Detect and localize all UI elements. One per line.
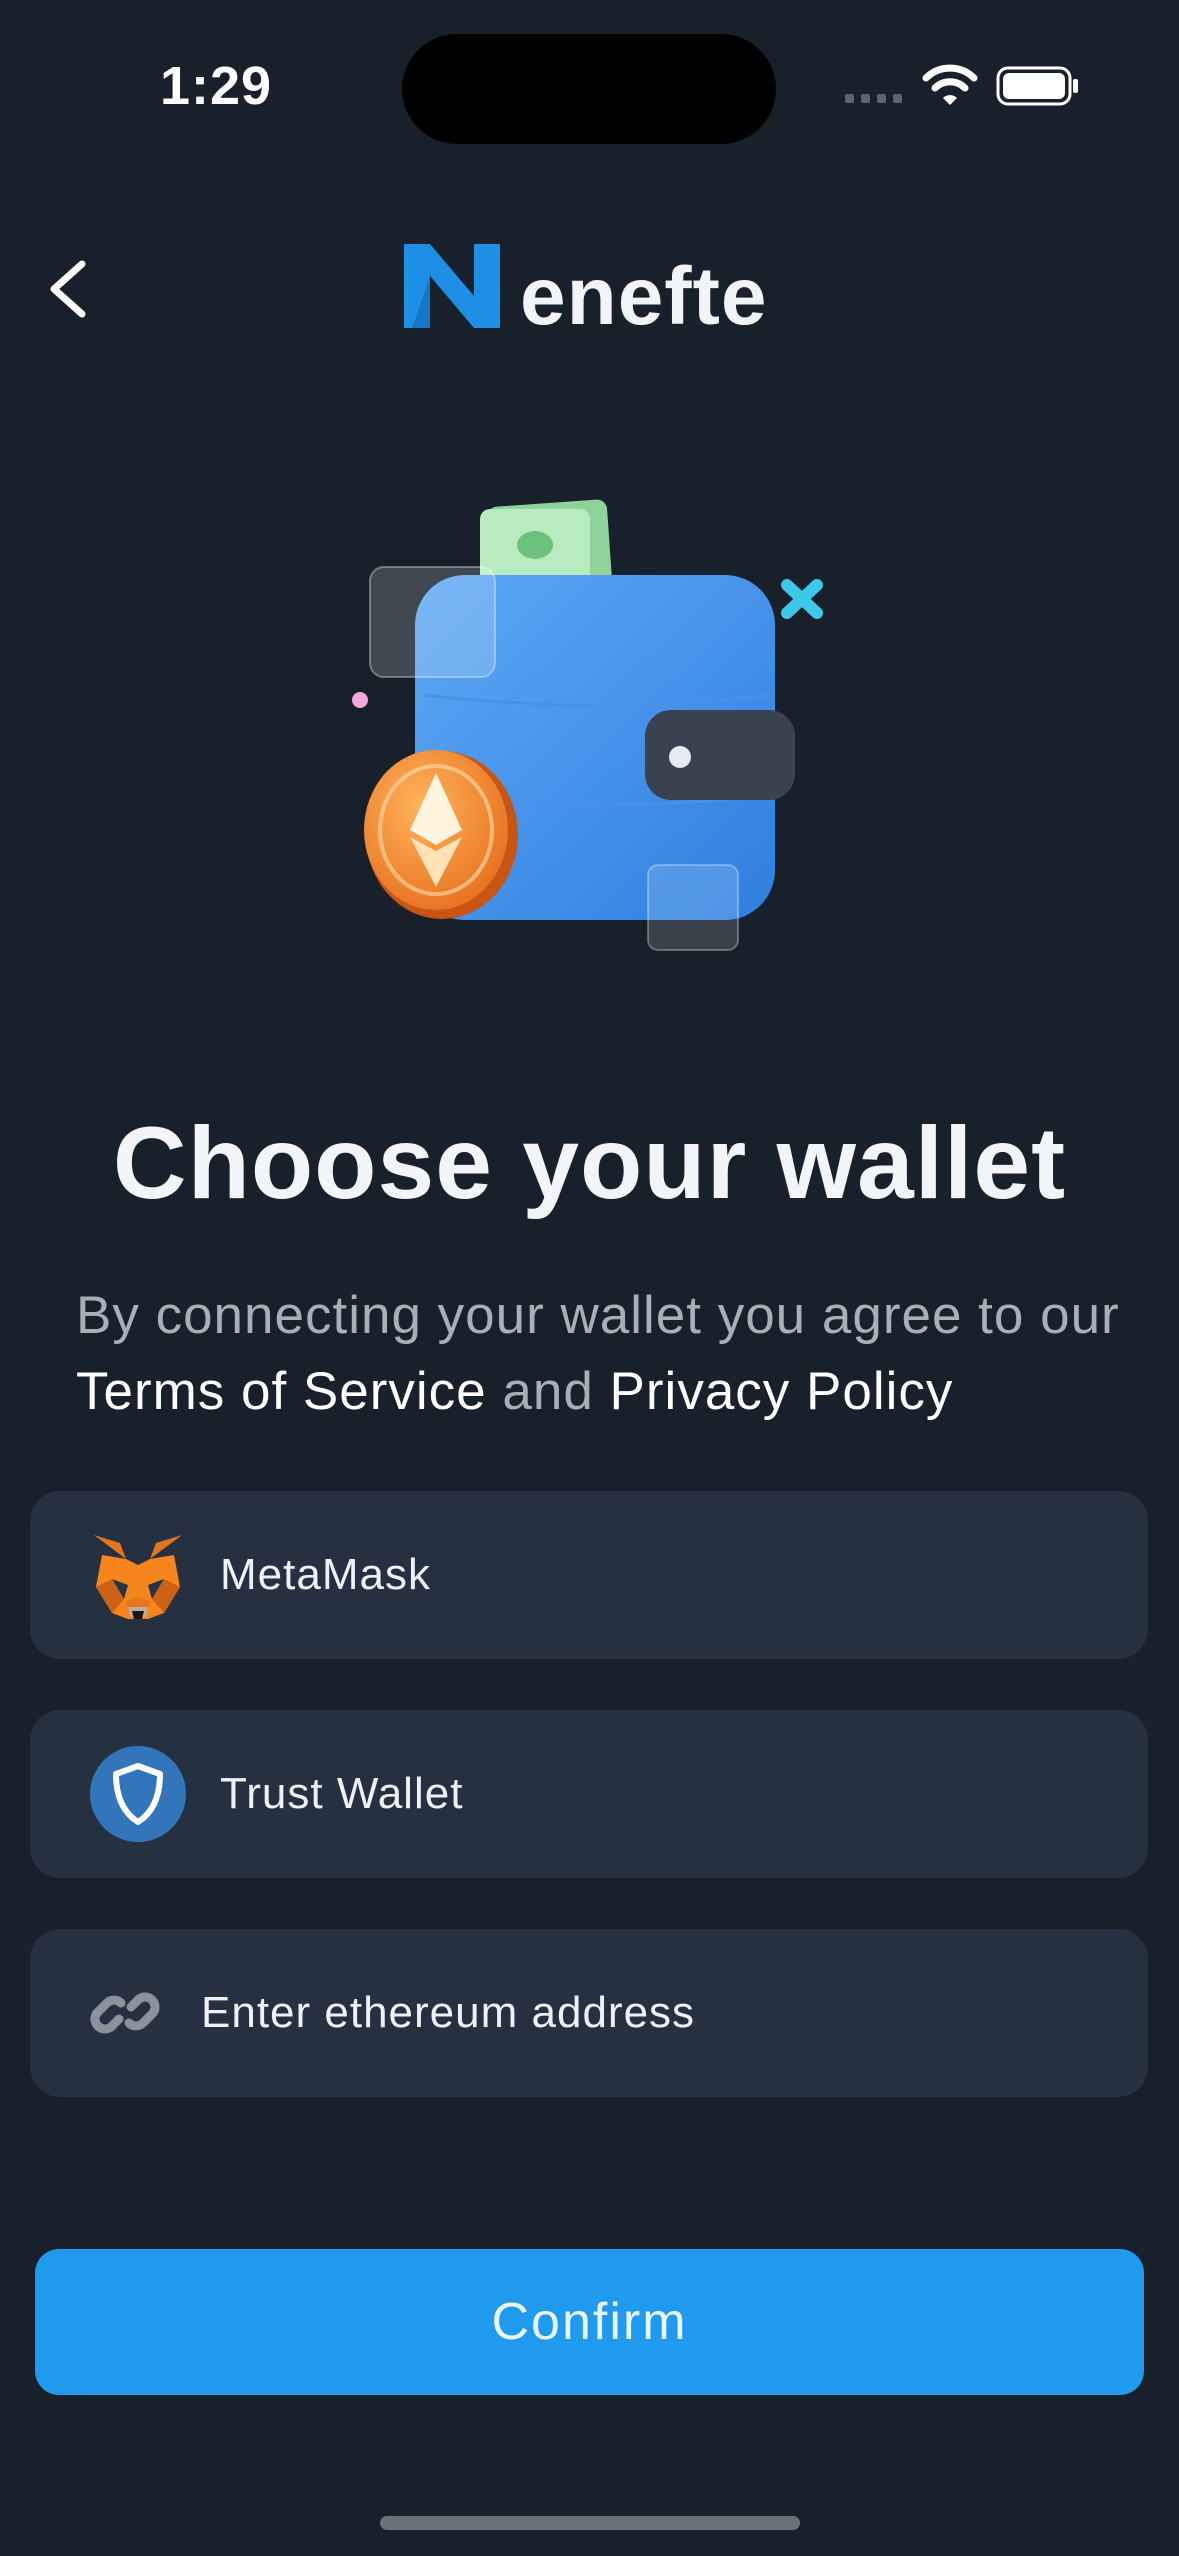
terms-of-service-link[interactable]: Terms of Service <box>76 1362 487 1421</box>
page-title: Choose your wallet <box>112 1106 1067 1220</box>
wallet-illustration-icon <box>352 499 823 951</box>
metamask-fox-icon <box>94 1535 182 1619</box>
wallet-option-trust-wallet[interactable]: Trust Wallet <box>30 1710 1148 1878</box>
privacy-policy-link[interactable]: Privacy Policy <box>610 1362 954 1421</box>
confirm-button[interactable]: Confirm <box>35 2249 1144 2395</box>
link-icon <box>90 1992 160 2034</box>
enefte-logo-icon <box>404 244 500 328</box>
terms-notice-and: and <box>486 1362 610 1421</box>
terms-notice-text: By connecting your wallet you agree to o… <box>76 1286 1120 1345</box>
dynamic-island <box>402 34 776 144</box>
logo-text: enefte <box>520 251 768 342</box>
wallet-label: Enter ethereum address <box>201 1988 696 2037</box>
home-indicator[interactable] <box>380 2516 800 2530</box>
status-time: 1:29 <box>160 56 273 116</box>
wallet-option-metamask[interactable]: MetaMask <box>30 1491 1148 1659</box>
battery-icon <box>996 66 1078 106</box>
enter-ethereum-address-option[interactable]: Enter ethereum address <box>30 1929 1148 2097</box>
terms-notice: By connecting your wallet you agree to o… <box>76 1278 1156 1430</box>
trust-wallet-shield-icon <box>90 1746 186 1842</box>
wallet-label: Trust Wallet <box>220 1769 464 1818</box>
wifi-icon <box>922 64 978 105</box>
back-chevron-icon[interactable] <box>44 258 94 320</box>
wallet-label: MetaMask <box>220 1550 431 1599</box>
cellular-signal-icon <box>845 94 905 104</box>
